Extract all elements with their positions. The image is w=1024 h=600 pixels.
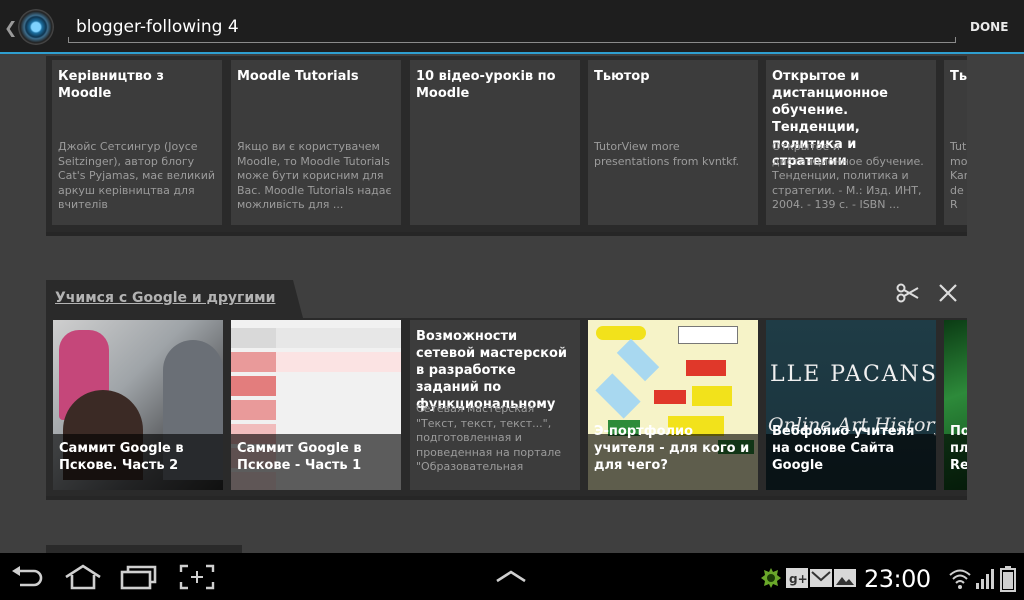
article-card[interactable]: Керівництво з Moodle Джойс Сетсингур (Jo… (52, 60, 222, 225)
card-description: Сетевая мастерская "Текст, текст, текст.… (416, 402, 562, 473)
card-description: Якщо ви є користувачем Moodle, то Moodle… (237, 140, 392, 211)
card-title: Керівництво з Moodle (58, 69, 164, 101)
blog-section-panel: Керівництво з Moodle Джойс Сетсингур (Jo… (46, 56, 967, 232)
article-card[interactable]: Открытое и дистанционное обучение. Тенде… (766, 60, 936, 225)
google-plus-icon[interactable]: g+ (786, 568, 808, 588)
recent-apps-icon[interactable] (120, 564, 158, 590)
system-navigation-bar: g+ 23:00 (0, 553, 1024, 600)
chevron-up-icon[interactable] (494, 569, 528, 583)
article-card[interactable]: Э-портфолио учителя - для кого и для чег… (588, 320, 758, 490)
clock[interactable]: 23:00 (864, 565, 931, 593)
section-title[interactable]: Учимся с Google и другими (55, 290, 275, 306)
card-description: Джойс Сетсингур (Joyce Seitzinger), авто… (58, 140, 216, 211)
card-title: Саммит Google в Пскове - Часть 1 (237, 441, 362, 473)
up-chevron-icon[interactable]: ❮ (4, 18, 17, 37)
card-description: Tut mo Kar de R (950, 140, 967, 211)
action-bar: ❮ blogger-following 4 DONE (0, 0, 1024, 54)
search-input[interactable]: blogger-following 4 (76, 17, 239, 37)
article-card[interactable]: Возможности сетевой мастерской в разрабо… (410, 320, 580, 490)
article-card[interactable]: Moodle Tutorials Якщо ви є користувачем … (231, 60, 401, 225)
close-icon[interactable] (937, 282, 959, 304)
card-title: Тьютор (594, 69, 650, 84)
app-logo-icon[interactable] (18, 9, 54, 45)
thumbnail-text: LLE PACANSI (770, 362, 936, 387)
article-card[interactable]: 10 відео-уроків по Moodle (410, 60, 580, 225)
article-card[interactable]: Тьютор TutorView more presentations from… (588, 60, 758, 225)
card-description: TutorView more presentations from kvntkf… (594, 140, 740, 168)
article-card-partial[interactable]: Ты Tut mo Kar de R (944, 60, 967, 225)
android-robot-icon[interactable] (760, 567, 782, 589)
screenshot-icon[interactable] (179, 564, 215, 590)
search-underline (68, 37, 956, 43)
card-title: 10 відео-уроків по Moodle (416, 69, 556, 101)
article-card[interactable]: Саммит Google в Пскове. Часть 2 (53, 320, 223, 490)
signal-icon[interactable] (975, 567, 995, 589)
google-section-panel: Саммит Google в Пскове. Часть 2 Саммит G… (46, 318, 967, 496)
battery-icon[interactable] (1000, 566, 1016, 592)
scissors-icon[interactable] (896, 282, 920, 304)
article-card[interactable]: LLE PACANSI Online Art History Вебфолио … (766, 320, 936, 490)
home-icon[interactable] (63, 564, 103, 590)
card-title: Ты (950, 69, 967, 84)
card-title: Moodle Tutorials (237, 69, 359, 84)
wifi-icon[interactable] (948, 566, 972, 590)
svg-text:g+: g+ (789, 572, 808, 586)
article-card[interactable]: Саммит Google в Пскове - Часть 1 (231, 320, 401, 490)
done-button[interactable]: DONE (970, 20, 1008, 34)
card-title: По пла Rea (950, 424, 967, 473)
gallery-icon[interactable] (834, 569, 856, 587)
gmail-icon[interactable] (810, 569, 832, 587)
back-icon[interactable] (10, 565, 44, 589)
card-title: Возможности сетевой мастерской в разрабо… (416, 329, 567, 412)
card-title: Вебфолио учителя на основе Сайта Google (772, 424, 915, 473)
card-description: Открытое и дистанционное обучение. Тенде… (772, 140, 924, 211)
article-card-partial[interactable]: По пла Rea (944, 320, 967, 490)
card-title: Э-портфолио учителя - для кого и для чег… (594, 424, 750, 473)
card-title: Саммит Google в Пскове. Часть 2 (59, 441, 184, 473)
